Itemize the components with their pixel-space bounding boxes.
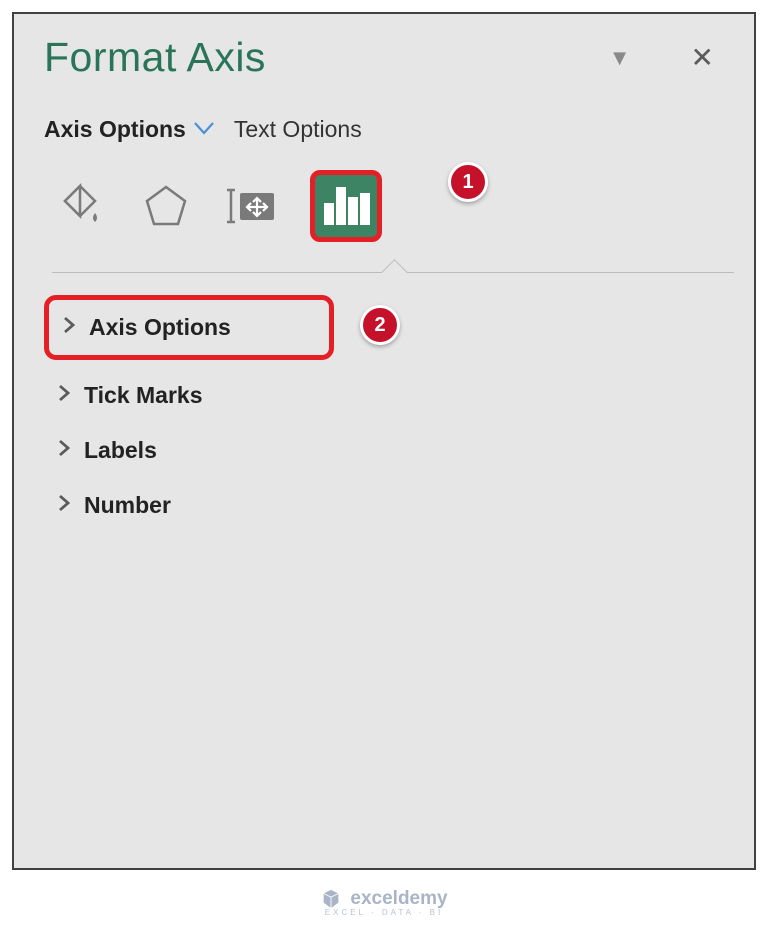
callout-2-number: 2 <box>374 314 385 337</box>
pane-title: Format Axis <box>44 34 266 81</box>
watermark-logo-icon <box>320 888 342 910</box>
task-pane-options-dropdown[interactable]: ▼ <box>609 45 631 71</box>
section-divider <box>52 272 734 273</box>
category-icon-row: 1 <box>52 170 734 242</box>
section-tick-marks[interactable]: Tick Marks <box>44 368 734 423</box>
format-axis-pane: Format Axis ▼ ✕ Axis Options Text Option… <box>12 12 756 870</box>
watermark-brand: exceldemy <box>350 888 447 910</box>
section-number[interactable]: Number <box>44 478 734 533</box>
section-tick-marks-label: Tick Marks <box>84 382 202 409</box>
watermark: exceldemy <box>12 888 756 910</box>
axis-options-icon[interactable] <box>310 170 382 242</box>
callout-1-number: 1 <box>462 171 473 194</box>
section-axis-options[interactable]: Axis Options <box>44 295 334 360</box>
fill-and-line-icon[interactable] <box>52 178 108 234</box>
section-number-label: Number <box>84 492 171 519</box>
section-axis-options-label: Axis Options <box>89 314 231 341</box>
section-labels[interactable]: Labels <box>44 423 734 478</box>
tab-text-options-label: Text Options <box>234 116 362 143</box>
tab-text-options[interactable]: Text Options <box>234 116 362 143</box>
header-controls: ▼ ✕ <box>609 41 714 74</box>
close-button[interactable]: ✕ <box>691 41 714 74</box>
options-tabs: Axis Options Text Options <box>44 116 734 143</box>
chevron-down-icon <box>194 119 214 140</box>
tab-axis-options-label: Axis Options <box>44 116 186 143</box>
tab-axis-options[interactable]: Axis Options <box>44 116 214 143</box>
annotation-callout-1: 1 <box>448 162 488 202</box>
chevron-right-icon <box>58 384 70 407</box>
effects-icon[interactable] <box>138 178 194 234</box>
size-and-properties-icon[interactable] <box>224 178 280 234</box>
collapsible-sections: Axis Options 2 Tick Marks Labels Number <box>44 295 734 533</box>
chevron-right-icon <box>58 494 70 517</box>
annotation-callout-2: 2 <box>360 305 400 345</box>
watermark-tagline: EXCEL · DATA · BI <box>12 908 756 917</box>
section-labels-label: Labels <box>84 437 157 464</box>
chevron-right-icon <box>58 439 70 462</box>
chevron-right-icon <box>63 316 75 339</box>
pane-header: Format Axis ▼ ✕ <box>44 34 734 81</box>
